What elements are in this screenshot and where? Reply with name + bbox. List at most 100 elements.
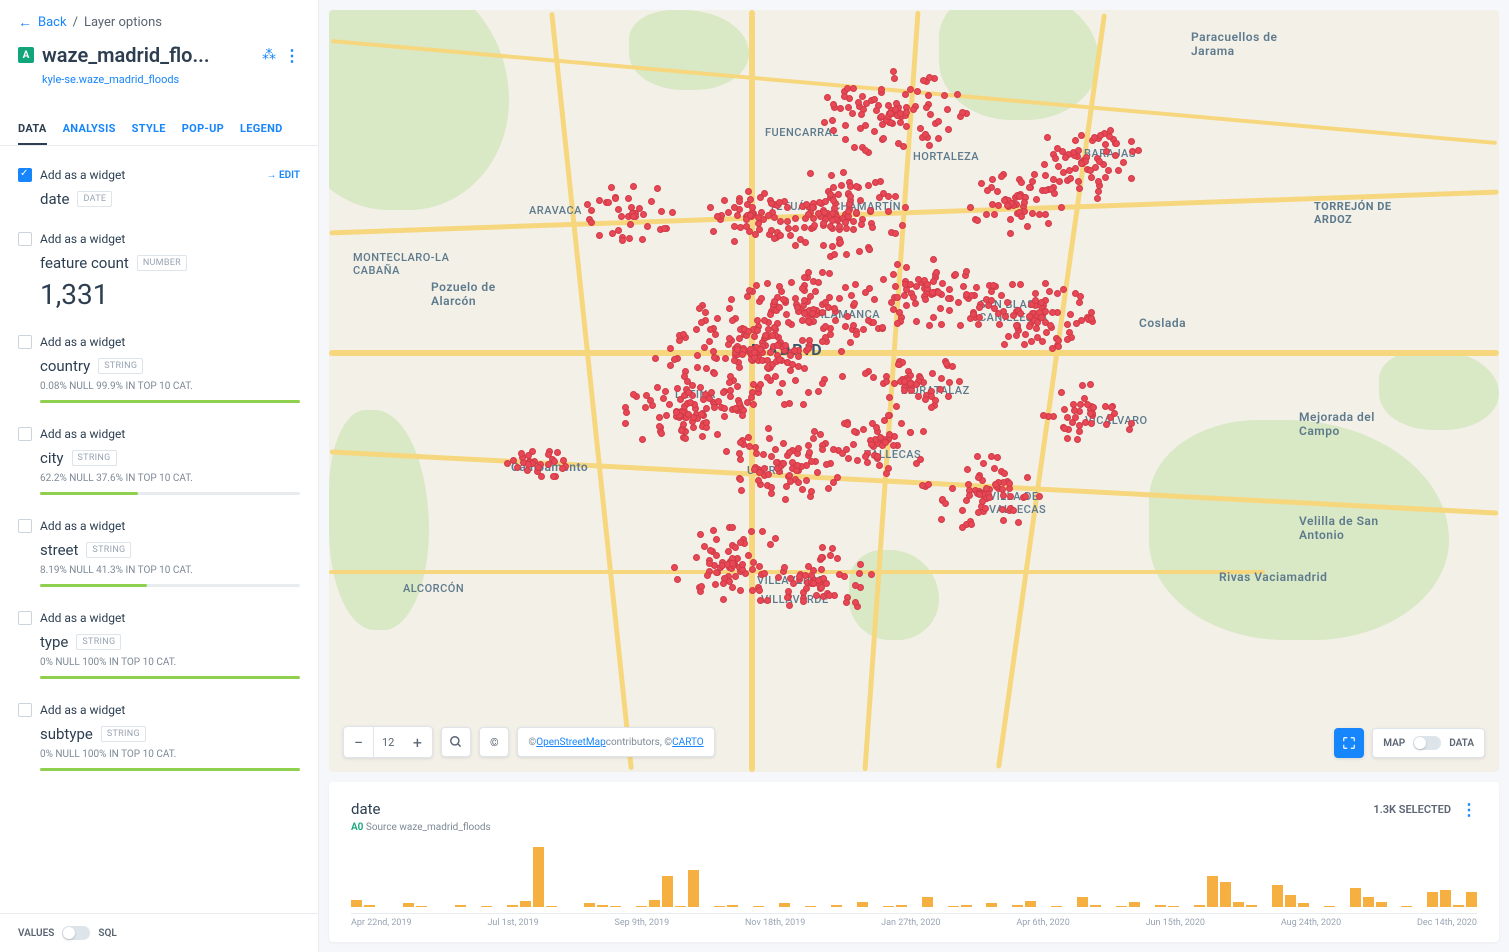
map-data-point[interactable] [736,364,743,371]
map-data-point[interactable] [1055,337,1062,344]
map-data-point[interactable] [894,320,901,327]
map-data-point[interactable] [857,125,864,132]
map-data-point[interactable] [843,446,850,453]
map-data-point[interactable] [945,126,952,133]
map-data-point[interactable] [743,223,750,230]
map-data-point[interactable] [775,574,782,581]
map-data-point[interactable] [745,188,752,195]
map-data-point[interactable] [1032,297,1039,304]
histogram-bar[interactable] [831,905,842,907]
map-data-point[interactable] [859,93,866,100]
map-data-point[interactable] [974,453,981,460]
tab-style[interactable]: STYLE [132,114,166,145]
map-data-point[interactable] [938,516,945,523]
map-data-point[interactable] [830,101,837,108]
map-data-point[interactable] [698,583,705,590]
map-data-point[interactable] [1096,158,1103,165]
map-data-point[interactable] [869,420,876,427]
map-data-point[interactable] [986,494,993,501]
breadcrumb-back[interactable]: Back [38,15,67,30]
map-data-point[interactable] [938,321,945,328]
map-data-point[interactable] [1120,159,1127,166]
map-data-point[interactable] [818,554,825,561]
map-data-point[interactable] [671,564,678,571]
map-data-point[interactable] [858,221,865,228]
map-data-point[interactable] [626,235,633,242]
map-data-point[interactable] [1102,141,1109,148]
map-data-point[interactable] [640,211,647,218]
map-data-point[interactable] [1077,401,1084,408]
map-data-point[interactable] [680,331,687,338]
map-data-point[interactable] [773,459,780,466]
histogram-bar[interactable] [961,905,972,907]
map-data-point[interactable] [824,94,831,101]
map-data-point[interactable] [1033,325,1040,332]
map-data-point[interactable] [860,326,867,333]
map-data-point[interactable] [975,474,982,481]
map-data-point[interactable] [886,394,893,401]
map-data-point[interactable] [727,393,734,400]
map-data-point[interactable] [776,389,783,396]
map-data-point[interactable] [832,317,839,324]
map-data-point[interactable] [711,404,718,411]
map-data-point[interactable] [1004,202,1011,209]
map-data-point[interactable] [1067,175,1074,182]
map-data-point[interactable] [965,481,972,488]
map-data-point[interactable] [630,183,637,190]
map-data-point[interactable] [930,256,937,263]
map-data-point[interactable] [944,106,951,113]
map-data-point[interactable] [942,500,949,507]
map-data-point[interactable] [901,387,908,394]
map-data-point[interactable] [690,424,697,431]
map-data-point[interactable] [1010,312,1017,319]
map-data-point[interactable] [785,319,792,326]
map-data-point[interactable] [801,310,808,317]
map-data-point[interactable] [825,485,832,492]
histogram-bar[interactable] [1350,888,1361,907]
map-data-point[interactable] [786,449,793,456]
map-data-point[interactable] [729,584,736,591]
map-data-point[interactable] [851,144,858,151]
histogram-bar[interactable] [1466,892,1477,907]
map-data-point[interactable] [998,292,1005,299]
map-data-point[interactable] [694,364,701,371]
map-data-point[interactable] [794,462,801,469]
map-data-point[interactable] [795,479,802,486]
map-data-point[interactable] [699,433,706,440]
map-data-point[interactable] [1055,163,1062,170]
map-data-point[interactable] [685,389,692,396]
map-data-point[interactable] [745,434,752,441]
map-data-point[interactable] [725,341,732,348]
map-data-point[interactable] [913,318,920,325]
map-data-point[interactable] [851,300,858,307]
map-data-point[interactable] [728,296,735,303]
map-data-point[interactable] [856,570,863,577]
map-data-point[interactable] [1128,138,1135,145]
map-data-point[interactable] [758,295,765,302]
map-data-point[interactable] [818,566,825,573]
map-data-point[interactable] [842,136,849,143]
map-data-point[interactable] [890,306,897,313]
map-data-point[interactable] [963,268,970,275]
map-data-point[interactable] [1087,410,1094,417]
map-data-point[interactable] [738,487,745,494]
histogram-bar[interactable] [533,847,544,907]
map-data-point[interactable] [588,219,595,226]
map-data-point[interactable] [697,531,704,538]
map-data-point[interactable] [882,439,889,446]
map-data-point[interactable] [806,449,813,456]
map-data-point[interactable] [1128,175,1135,182]
map-data-point[interactable] [831,251,838,258]
tab-analysis[interactable]: ANALYSIS [63,114,116,145]
map-data-point[interactable] [830,479,837,486]
map-data-point[interactable] [815,210,822,217]
map-data-point[interactable] [1094,195,1101,202]
histogram-bar[interactable] [714,906,725,907]
map-data-point[interactable] [639,436,646,443]
map-data-point[interactable] [963,497,970,504]
back-arrow-icon[interactable]: ← [18,14,32,31]
map-data-point[interactable] [698,319,705,326]
map-data-point[interactable] [694,352,701,359]
map-data-point[interactable] [721,197,728,204]
map-data-point[interactable] [1087,381,1094,388]
